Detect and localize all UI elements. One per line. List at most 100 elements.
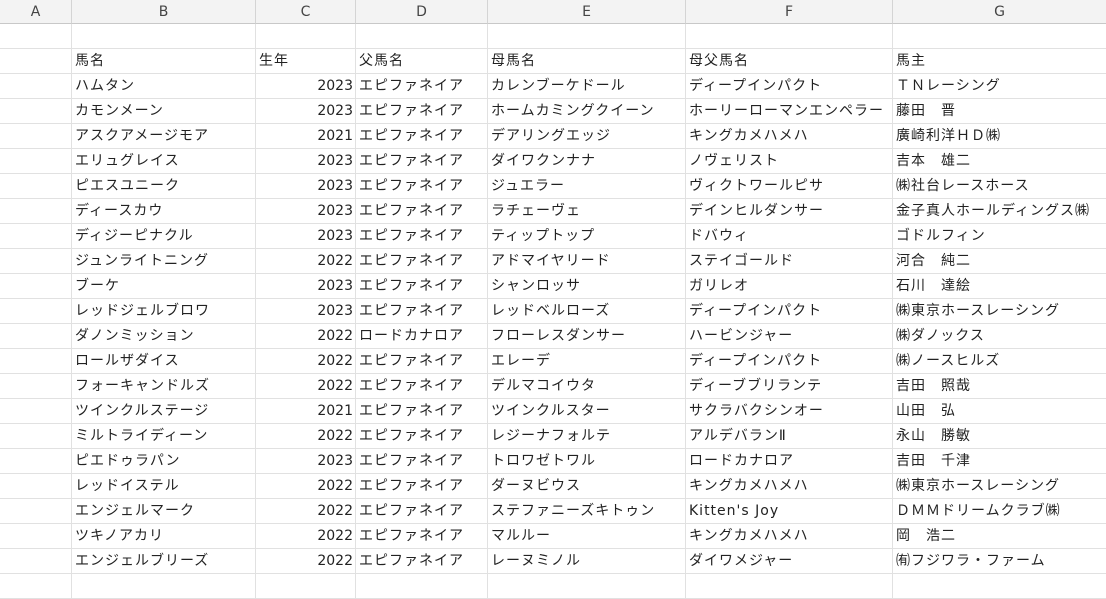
cell-b[interactable]: ジュンライトニング [72,249,256,274]
column-header-e[interactable]: E [488,0,686,24]
cell-d[interactable]: エピファネイア [356,349,488,374]
cell-d[interactable]: エピファネイア [356,149,488,174]
cell-b[interactable]: ディジーピナクル [72,224,256,249]
cell-e[interactable]: フローレスダンサー [488,324,686,349]
cell-b[interactable]: ピエスユニーク [72,174,256,199]
cell-e[interactable]: シャンロッサ [488,274,686,299]
cell-d[interactable]: エピファネイア [356,449,488,474]
cell-f[interactable]: キングカメハメハ [686,524,893,549]
cell-a[interactable] [0,499,72,524]
cell-g[interactable]: 山田 弘 [893,399,1106,424]
cell-b[interactable]: エンジェルマーク [72,499,256,524]
cell-e[interactable]: ツインクルスター [488,399,686,424]
cell-b[interactable]: レッドジェルブロワ [72,299,256,324]
cell-f[interactable]: キングカメハメハ [686,124,893,149]
cell-g[interactable]: ゴドルフィン [893,224,1106,249]
cell-b[interactable]: 馬名 [72,49,256,74]
cell-a[interactable] [0,374,72,399]
cell-b[interactable]: フォーキャンドルズ [72,374,256,399]
cell-f[interactable]: アルデバランⅡ [686,424,893,449]
cell-d[interactable]: エピファネイア [356,274,488,299]
cell-e[interactable]: ティップトップ [488,224,686,249]
cell-e[interactable]: アドマイヤリード [488,249,686,274]
cell-d[interactable]: エピファネイア [356,424,488,449]
cell-b[interactable]: ミルトライディーン [72,424,256,449]
cell-e[interactable]: デルマコイウタ [488,374,686,399]
cell-g[interactable]: 藤田 晋 [893,99,1106,124]
cell-e[interactable]: デアリングエッジ [488,124,686,149]
cell-a[interactable] [0,149,72,174]
cell-b[interactable]: エリュグレイス [72,149,256,174]
cell-a[interactable] [0,274,72,299]
cell-g[interactable]: ＤＭＭドリームクラブ㈱ [893,499,1106,524]
cell-f[interactable] [686,24,893,49]
cell-e[interactable]: ステファニーズキトゥン [488,499,686,524]
cell-e[interactable]: ダイワクンナナ [488,149,686,174]
cell-d[interactable]: エピファネイア [356,474,488,499]
cell-b[interactable] [72,574,256,599]
column-header-f[interactable]: F [686,0,893,24]
cell-a[interactable] [0,199,72,224]
cell-e[interactable]: ジュエラー [488,174,686,199]
cell-e[interactable] [488,24,686,49]
cell-d[interactable]: エピファネイア [356,199,488,224]
cell-g[interactable]: ㈱東京ホースレーシング [893,474,1106,499]
cell-a[interactable] [0,349,72,374]
cell-c[interactable]: 生年 [256,49,356,74]
cell-d[interactable] [356,574,488,599]
cell-g[interactable]: 永山 勝敏 [893,424,1106,449]
cell-f[interactable]: ホーリーローマンエンペラー [686,99,893,124]
cell-f[interactable]: キングカメハメハ [686,474,893,499]
column-header-b[interactable]: B [72,0,256,24]
cell-e[interactable]: トロワゼトワル [488,449,686,474]
cell-c[interactable]: 2023 [256,299,356,324]
cell-c[interactable]: 2021 [256,124,356,149]
cell-a[interactable] [0,474,72,499]
cell-b[interactable]: ツキノアカリ [72,524,256,549]
cell-a[interactable] [0,574,72,599]
cell-b[interactable]: ロールザダイス [72,349,256,374]
cell-e[interactable] [488,574,686,599]
cell-b[interactable]: ブーケ [72,274,256,299]
cell-a[interactable] [0,124,72,149]
cell-a[interactable] [0,299,72,324]
cell-f[interactable]: ディープインパクト [686,349,893,374]
cell-a[interactable] [0,449,72,474]
cell-d[interactable]: エピファネイア [356,74,488,99]
cell-f[interactable]: ドバウィ [686,224,893,249]
column-header-a[interactable]: A [0,0,72,24]
cell-c[interactable]: 2022 [256,549,356,574]
cell-f[interactable]: Kitten's Joy [686,499,893,524]
cell-g[interactable] [893,574,1106,599]
cell-g[interactable]: ㈱社台レースホース [893,174,1106,199]
column-header-c[interactable]: C [256,0,356,24]
cell-f[interactable]: ロードカナロア [686,449,893,474]
cell-b[interactable] [72,24,256,49]
cell-e[interactable]: ラチェーヴェ [488,199,686,224]
cell-g[interactable]: 廣崎利洋ＨＤ㈱ [893,124,1106,149]
cell-b[interactable]: ツインクルステージ [72,399,256,424]
cell-e[interactable]: ダーヌビウス [488,474,686,499]
cell-g[interactable]: 石川 達絵 [893,274,1106,299]
cell-d[interactable]: 父馬名 [356,49,488,74]
cell-c[interactable]: 2023 [256,174,356,199]
cell-f[interactable]: ステイゴールド [686,249,893,274]
cell-a[interactable] [0,224,72,249]
cell-c[interactable]: 2023 [256,274,356,299]
cell-c[interactable]: 2023 [256,74,356,99]
cell-b[interactable]: ダノンミッション [72,324,256,349]
cell-g[interactable]: 馬主 [893,49,1106,74]
cell-a[interactable] [0,524,72,549]
cell-c[interactable]: 2022 [256,324,356,349]
cell-g[interactable]: 吉本 雄二 [893,149,1106,174]
cell-f[interactable]: デインヒルダンサー [686,199,893,224]
cell-c[interactable]: 2022 [256,499,356,524]
cell-g[interactable]: ㈱東京ホースレーシング [893,299,1106,324]
cell-g[interactable]: ㈱ダノックス [893,324,1106,349]
cell-c[interactable]: 2023 [256,149,356,174]
cell-f[interactable]: ヴィクトワールピサ [686,174,893,199]
cell-d[interactable]: エピファネイア [356,374,488,399]
cell-b[interactable]: ピエドゥラパン [72,449,256,474]
cell-c[interactable]: 2023 [256,199,356,224]
cell-g[interactable]: 河合 純二 [893,249,1106,274]
